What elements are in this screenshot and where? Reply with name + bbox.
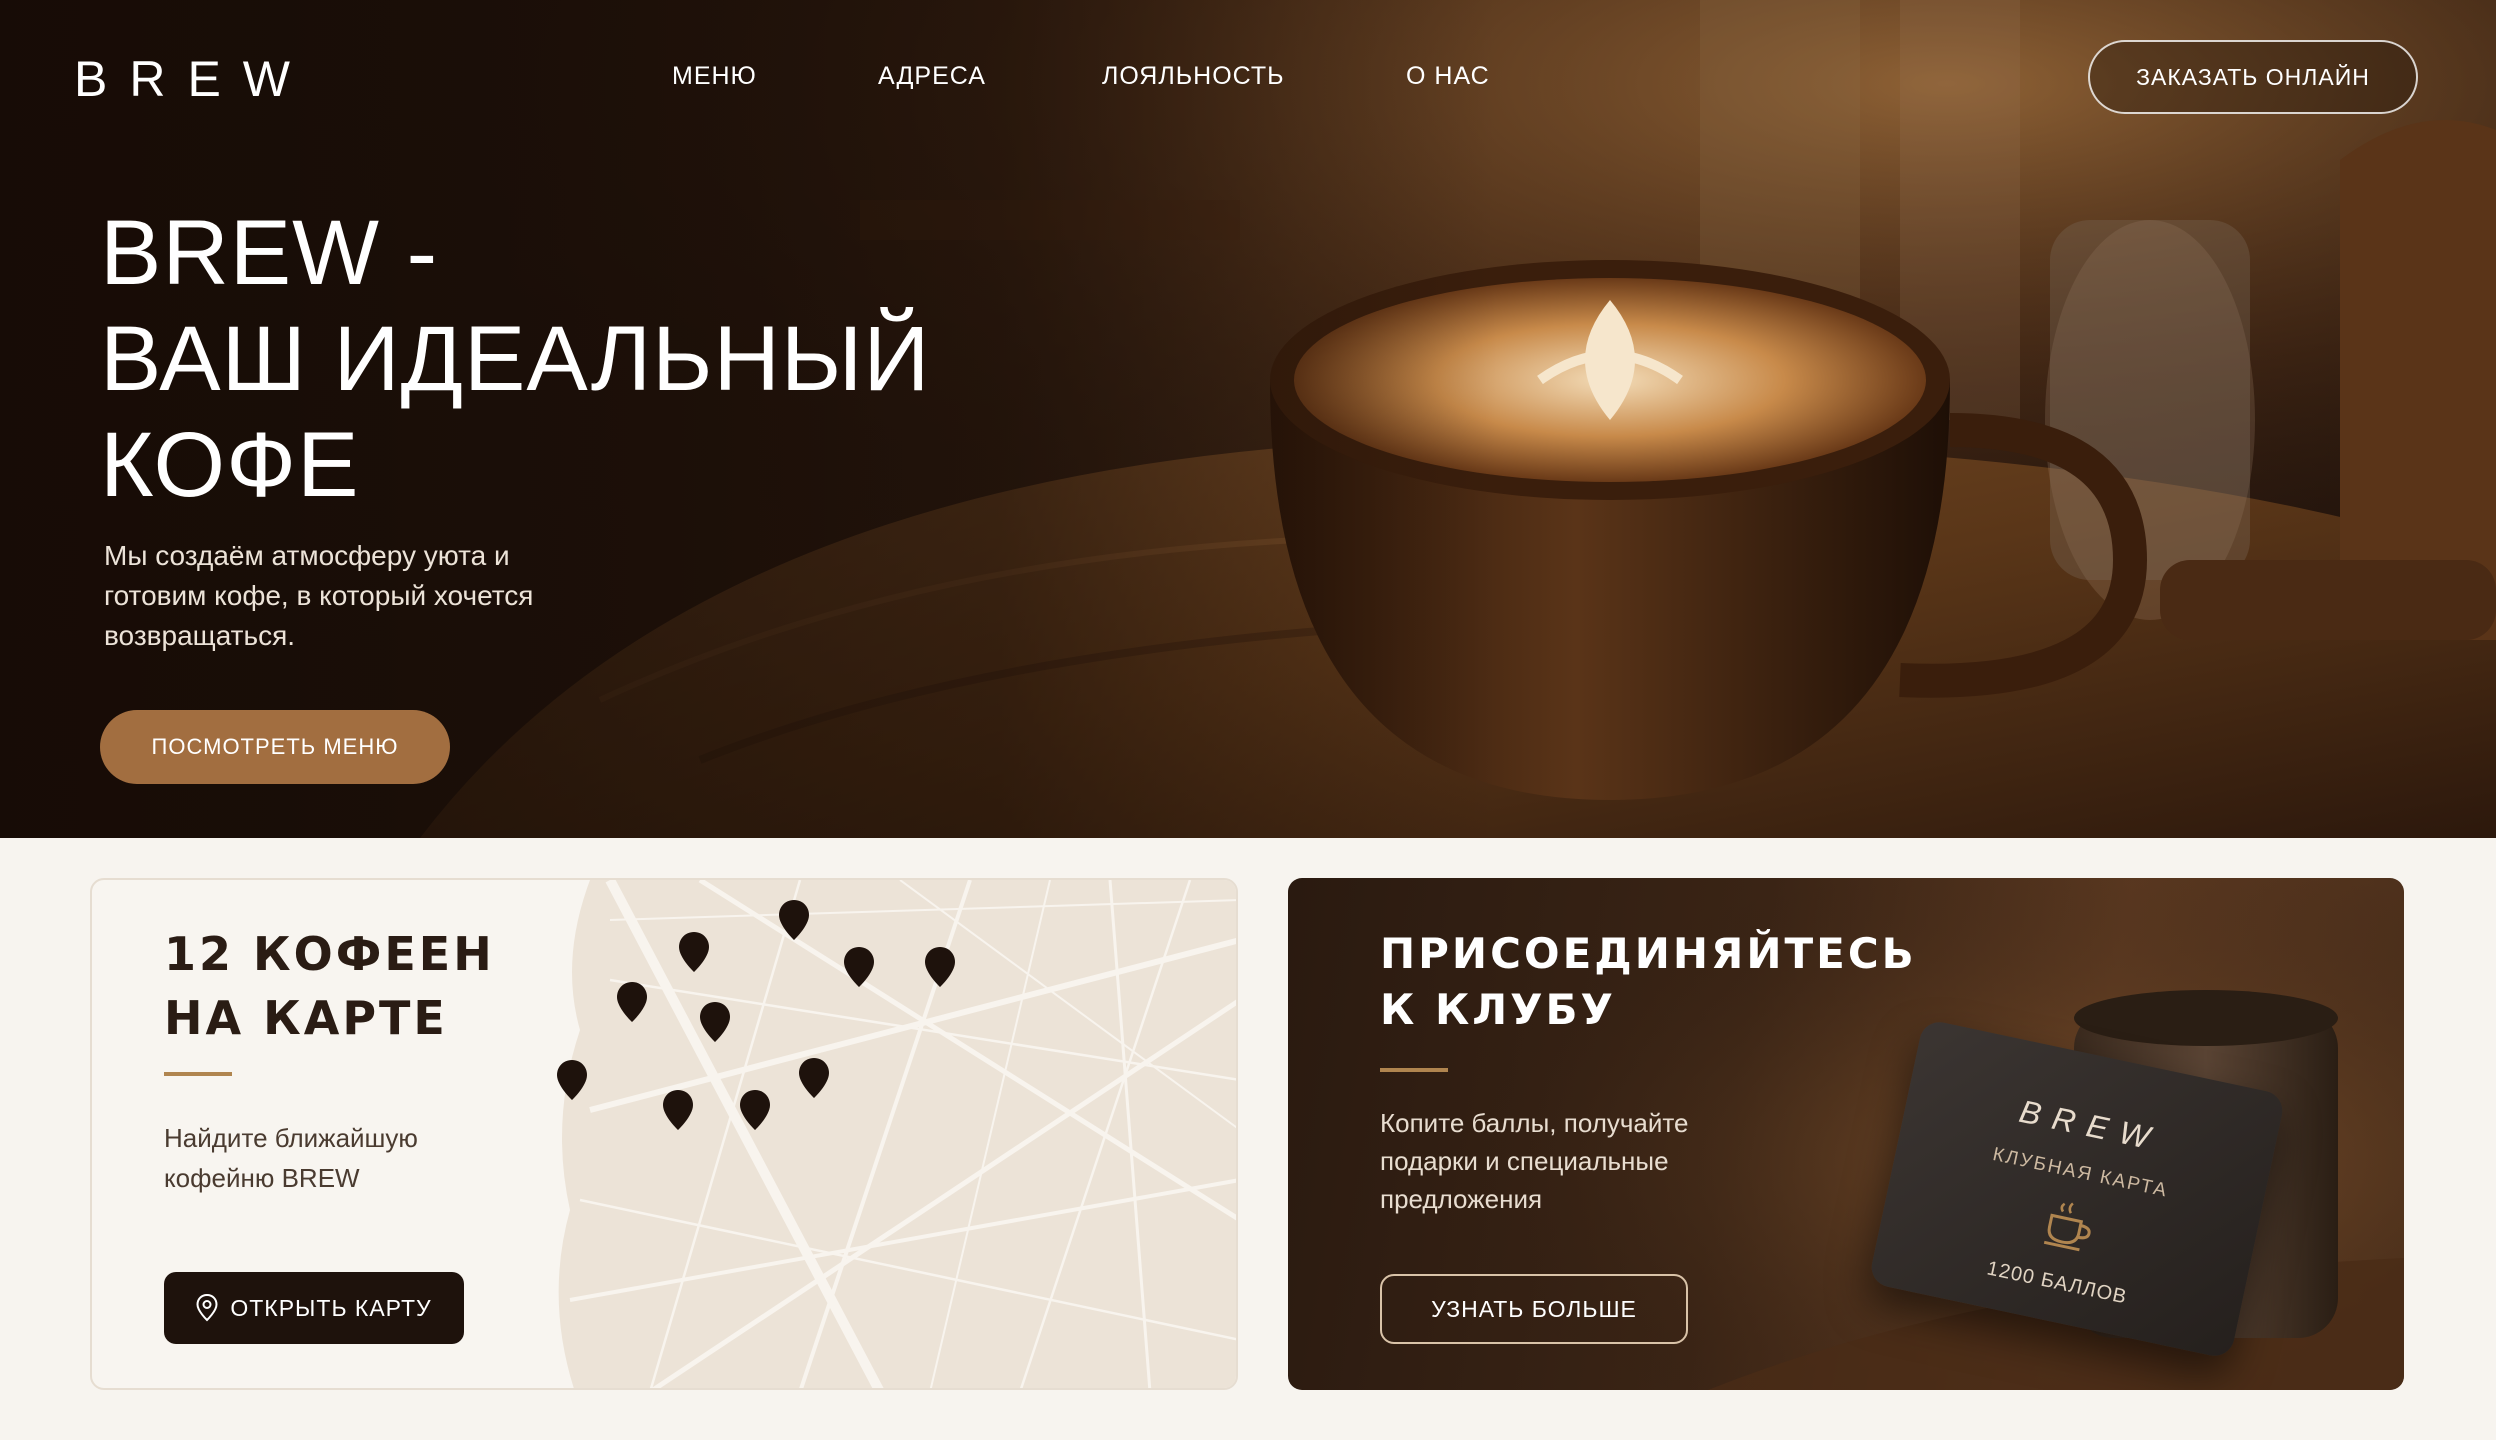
hero-subtitle: Мы создаём атмосферу уюта и готовим кофе…	[104, 540, 534, 651]
hero-title-line-3: КОФЕ	[100, 414, 360, 516]
hero-title-line-2: ВАШ ИДЕАЛЬНЫЙ	[100, 308, 931, 410]
hero-title: BREW - ВАШ ИДЕАЛЬНЫЙ КОФЕ	[100, 200, 931, 518]
map-card-text: Найдите ближайшую кофейню BREW	[164, 1123, 418, 1193]
city-map[interactable]	[550, 880, 1238, 1390]
open-map-button[interactable]: ОТКРЫТЬ КАРТУ	[164, 1272, 464, 1344]
club-card: ПРИСОЕДИНЯЙТЕСЬ К КЛУБУ Копите баллы, по…	[1288, 878, 2404, 1390]
nav-item-loyalty[interactable]: ЛОЯЛЬНОСТЬ	[1102, 62, 1285, 91]
map-card: 12 КОФЕЕН НА КАРТЕ Найдите ближайшую коф…	[90, 878, 1238, 1390]
club-card-text: Копите баллы, получайте подарки и специа…	[1380, 1108, 1689, 1214]
order-online-button[interactable]: ЗАКАЗАТЬ ОНЛАЙН	[2088, 40, 2418, 114]
club-card-divider	[1380, 1068, 1448, 1072]
map-pin-icon	[196, 1294, 218, 1322]
club-card-title: ПРИСОЕДИНЯЙТЕСЬ К КЛУБУ	[1380, 926, 1917, 1038]
view-menu-button[interactable]: ПОСМОТРЕТЬ МЕНЮ	[100, 710, 450, 784]
nav-item-about[interactable]: О НАС	[1406, 62, 1490, 91]
learn-more-button[interactable]: УЗНАТЬ БОЛЬШЕ	[1380, 1274, 1688, 1344]
hero-section: BREW МЕНЮ АДРЕСА ЛОЯЛЬНОСТЬ О НАС ЗАКАЗА…	[0, 0, 2496, 838]
map-card-title-line-2: НА КАРТЕ	[164, 991, 448, 1045]
nav-item-addresses[interactable]: АДРЕСА	[878, 62, 986, 91]
coffee-cup-icon	[2043, 1202, 2091, 1252]
open-map-button-label: ОТКРЫТЬ КАРТУ	[230, 1294, 432, 1321]
map-card-divider	[164, 1072, 232, 1076]
club-card-title-line-1: ПРИСОЕДИНЯЙТЕСЬ	[1380, 929, 1917, 978]
club-card-title-line-2: К КЛУБУ	[1380, 985, 1616, 1034]
hero-title-line-1: BREW -	[100, 202, 439, 304]
map-card-title-line-1: 12 КОФЕЕН	[164, 927, 495, 981]
nav-item-menu[interactable]: МЕНЮ	[672, 62, 757, 91]
map-card-title: 12 КОФЕЕН НА КАРТЕ	[164, 922, 495, 1050]
